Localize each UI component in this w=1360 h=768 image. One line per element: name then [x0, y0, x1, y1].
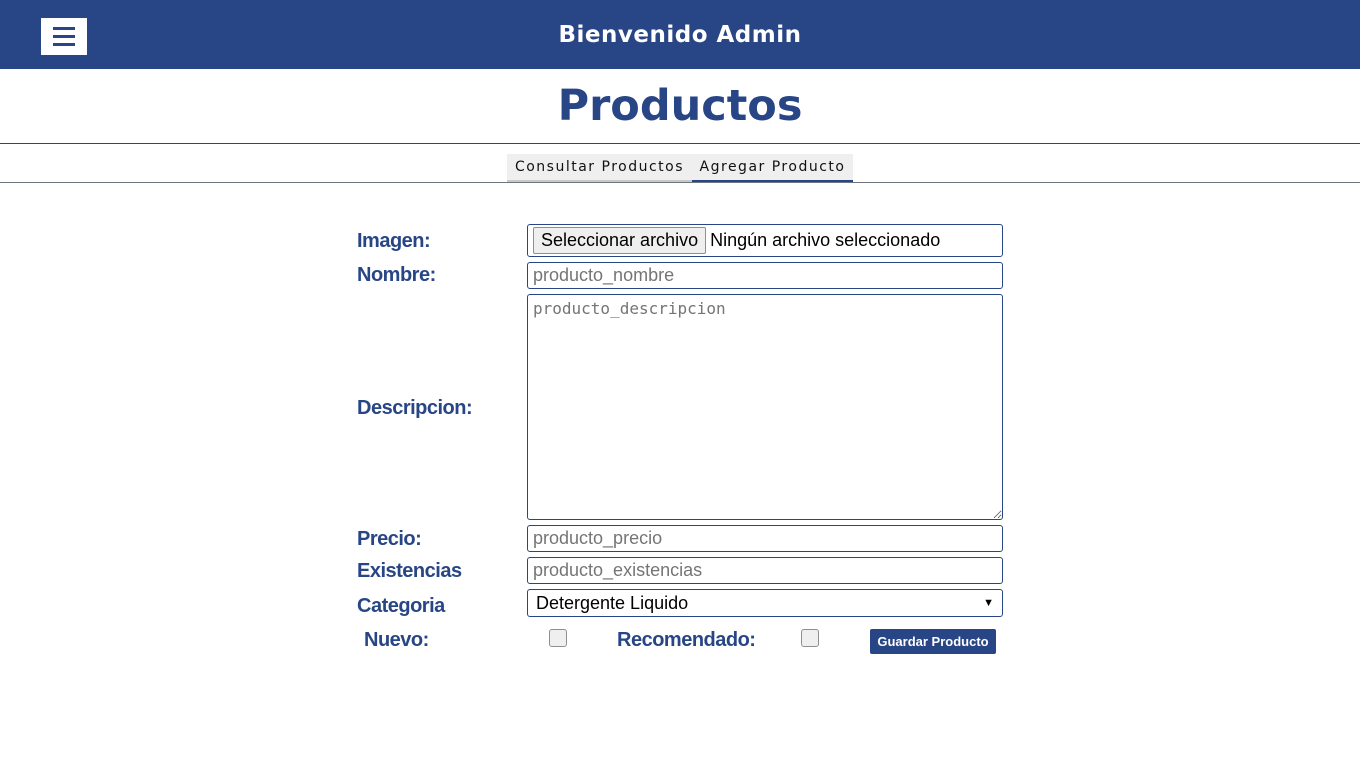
recomendado-checkbox[interactable]	[801, 629, 819, 647]
file-status-text: Ningún archivo seleccionado	[710, 230, 941, 250]
nuevo-label: Nuevo:	[364, 629, 429, 651]
nuevo-checkbox[interactable]	[549, 629, 567, 647]
select-file-button[interactable]: Seleccionar archivo	[533, 227, 707, 254]
welcome-text: Bienvenido Admin	[558, 22, 802, 48]
precio-label: Precio:	[357, 528, 422, 550]
imagen-file-input[interactable]: Seleccionar archivo Ningún archivo selec…	[527, 224, 1003, 257]
page-title: Productos	[557, 81, 803, 131]
divider-tabs	[0, 182, 1360, 183]
divider-top	[0, 143, 1360, 144]
existencias-label: Existencias	[357, 560, 462, 582]
categoria-select[interactable]: Detergente Liquido ▼	[527, 589, 1003, 617]
imagen-label: Imagen:	[357, 230, 431, 252]
existencias-input[interactable]	[527, 557, 1003, 584]
recomendado-label: Recomendado:	[617, 629, 756, 651]
nombre-input[interactable]	[527, 262, 1003, 289]
descripcion-textarea[interactable]	[527, 294, 1003, 520]
chevron-down-icon: ▼	[983, 597, 994, 609]
categoria-selected-value: Detergente Liquido	[536, 592, 689, 613]
categoria-label: Categoria	[357, 595, 445, 617]
top-bar: Bienvenido Admin	[0, 0, 1360, 69]
tab-agregar-producto[interactable]: Agregar Producto	[692, 154, 853, 182]
save-product-button[interactable]: Guardar Producto	[870, 629, 996, 654]
tab-consultar-productos[interactable]: Consultar Productos	[507, 154, 692, 182]
descripcion-label: Descripcion:	[357, 397, 473, 419]
precio-input[interactable]	[527, 525, 1003, 552]
nombre-label: Nombre:	[357, 264, 436, 286]
